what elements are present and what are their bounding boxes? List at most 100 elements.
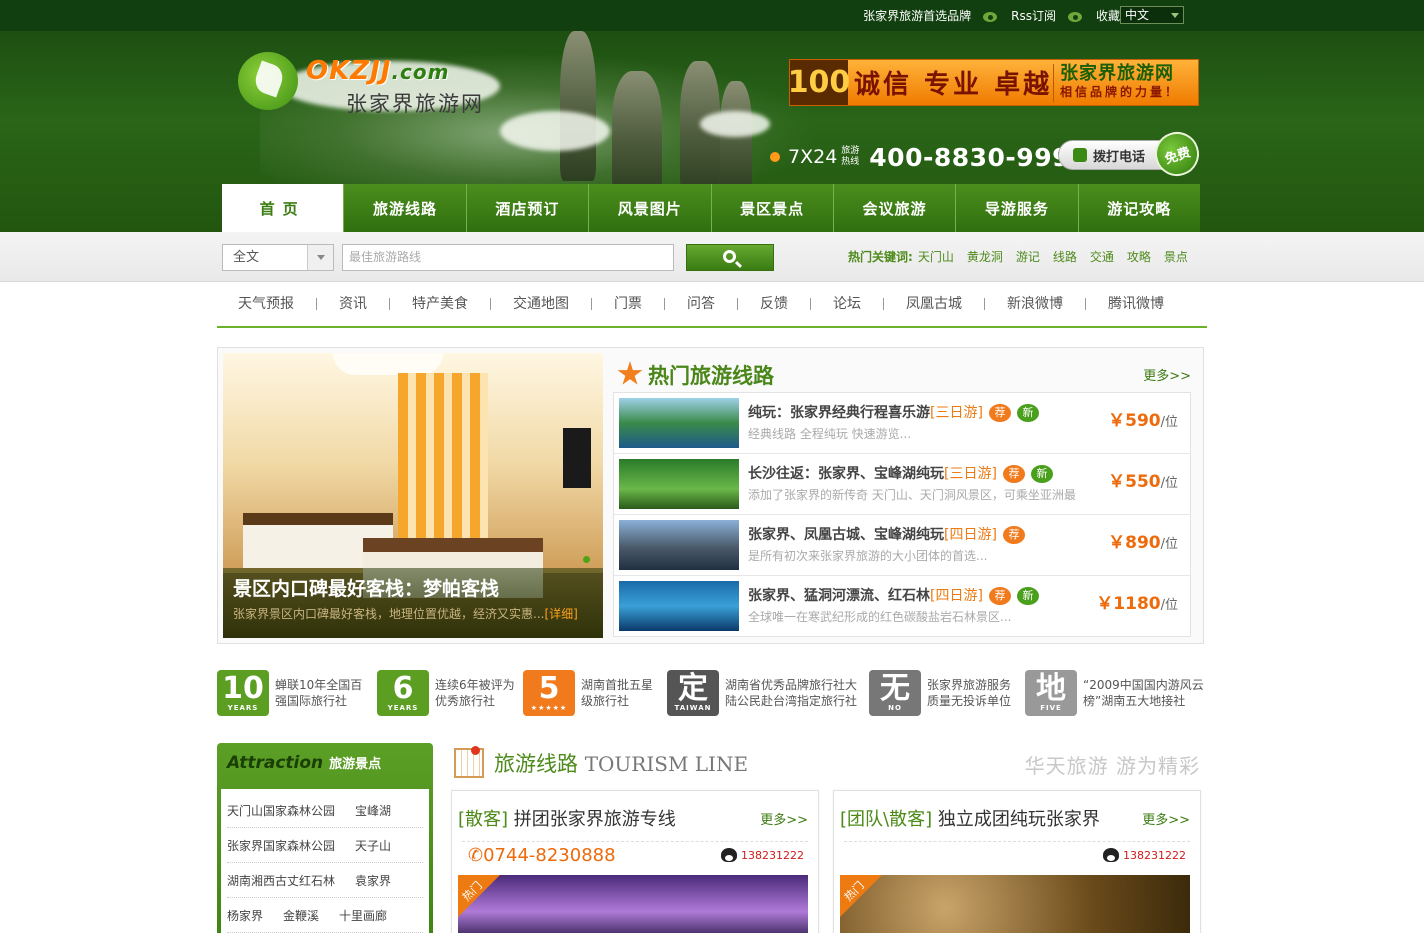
search-input[interactable]: 最佳旅游路线	[342, 244, 674, 271]
honor-text: 湖南省优秀品牌旅行社大 陆公民赴台湾指定旅行社	[725, 678, 858, 708]
route-thumbnail[interactable]	[619, 398, 739, 448]
route-name[interactable]: 张家界、猛洞河漂流、红石林[四日游] 荐新	[748, 585, 1039, 605]
hot-keyword[interactable]: 天门山	[918, 248, 954, 265]
card-qq[interactable]: 138231222	[1103, 848, 1186, 862]
subnav-food[interactable]: 特产美食	[390, 297, 491, 311]
honor-text: 湖南首批五星 级旅行社	[581, 678, 654, 708]
site-logo[interactable]: OKZJJ.com 张家界旅游网	[238, 50, 508, 140]
list-item: 天门山国家森林公园 宝峰湖	[227, 793, 423, 828]
qq-icon	[721, 848, 737, 862]
honor-item: 无 NO 张家界旅游服务 质量无投诉单位	[869, 670, 1011, 716]
list-item: 杨家界 金鞭溪 十里画廊	[227, 898, 423, 933]
honor-taiwan-icon: 定 TAIWAN	[667, 670, 719, 716]
subnav-tencent-weibo[interactable]: 腾讯微博	[1086, 297, 1186, 311]
route-price: ￥1180/位	[1096, 594, 1178, 614]
attraction-link[interactable]: 张家界国家森林公园	[227, 837, 335, 854]
subnav-qa[interactable]: 问答	[665, 297, 738, 311]
slide-detail-link[interactable]: [详细]	[544, 607, 577, 621]
tourism-line-header: 旅游线路 TOURISM LINE 华天旅游 游为精彩	[454, 744, 1202, 782]
card-more[interactable]: 更多>>	[1142, 809, 1190, 828]
nav-routes[interactable]: 旅游线路	[343, 184, 466, 232]
favorite-link[interactable]: 收藏	[1096, 7, 1120, 24]
hot-keyword[interactable]: 游记	[1016, 248, 1040, 265]
subnav-fenghuang[interactable]: 凤凰古城	[884, 297, 985, 311]
divider	[462, 841, 808, 842]
slide-indicator[interactable]	[583, 556, 590, 563]
feature-slide[interactable]: 景区内口碑最好客栈：梦帕客栈 张家界景区内口碑最好客栈，地理位置优越，经济又实惠…	[223, 353, 603, 638]
route-name[interactable]: 纯玩：张家界经典行程喜乐游[三日游] 荐新	[748, 402, 1039, 422]
hot-routes-more[interactable]: 更多>>	[1143, 365, 1191, 384]
hot-keyword[interactable]: 线路	[1053, 248, 1077, 265]
subnav-news[interactable]: 资讯	[317, 297, 390, 311]
honor-text: “2009中国国内游风云 榜”湖南五大地接社	[1083, 678, 1204, 708]
honor-text: 张家界旅游服务 质量无投诉单位	[927, 678, 1012, 708]
subnav-tickets[interactable]: 门票	[592, 297, 665, 311]
card-title[interactable]: [团队\散客] 独立成团纯玩张家界	[840, 805, 1100, 831]
route-desc: 添加了张家界的新传奇 天门山、天门洞风景区，可乘坐亚洲最	[748, 488, 1076, 502]
search-scope-value: 全文	[233, 250, 260, 265]
slide-title[interactable]: 景区内口碑最好客栈：梦帕客栈	[233, 574, 593, 601]
route-item[interactable]: 张家界、猛洞河漂流、红石林[四日游] 荐新 全球唯一在寒武纪形成的红色碳酸盐岩石林…	[614, 576, 1190, 636]
mountain-image	[560, 31, 596, 181]
slogan-sub: 相信品牌的力量！	[1060, 84, 1181, 99]
route-name[interactable]: 长沙往返：张家界、宝峰湖纯玩[三日游] 荐新	[748, 463, 1053, 483]
nav-attractions[interactable]: 景区景点	[710, 184, 833, 232]
hot-keyword[interactable]: 交通	[1090, 248, 1114, 265]
honor-5-star-icon: 5 ★★★★★	[523, 670, 575, 716]
subnav-forum[interactable]: 论坛	[811, 297, 884, 311]
subnav-map[interactable]: 交通地图	[491, 297, 592, 311]
cloud-decoration	[700, 111, 770, 137]
attraction-link[interactable]: 天子山	[355, 837, 391, 854]
route-thumbnail[interactable]	[619, 581, 739, 631]
subnav-weather[interactable]: 天气预报	[217, 297, 317, 311]
top-bar: 张家界旅游首选品牌 Rss订阅 收藏 帮助 中文	[0, 0, 1424, 31]
call-button-label: 拨打电话	[1093, 149, 1146, 165]
route-price: ￥550/位	[1108, 472, 1178, 492]
chevron-down-icon[interactable]	[307, 245, 333, 270]
route-item[interactable]: 纯玩：张家界经典行程喜乐游[三日游] 荐新 经典线路 全程纯玩 快速游览... ￥…	[614, 393, 1190, 454]
route-thumbnail[interactable]	[619, 520, 739, 570]
card-qq[interactable]: 138231222	[721, 848, 804, 862]
search-icon	[723, 250, 736, 263]
honor-6-years-icon: 6 YEARS	[377, 670, 429, 716]
rss-link[interactable]: Rss订阅	[1011, 7, 1056, 24]
logo-cn-name: 张家界旅游网	[346, 92, 484, 116]
slide-desc: 张家界景区内口碑最好客栈，地理位置优越，经济又实惠...[详细]	[233, 607, 578, 621]
card-image[interactable]: 热门	[458, 875, 808, 933]
route-item[interactable]: 张家界、凤凰古城、宝峰湖纯玩[四日游] 荐 是所有初次来张家界旅游的大小团体的首选…	[614, 515, 1190, 576]
search-button[interactable]	[686, 244, 774, 271]
attraction-link[interactable]: 宝峰湖	[355, 802, 391, 819]
attraction-link[interactable]: 天门山国家森林公园	[227, 802, 335, 819]
card-more[interactable]: 更多>>	[760, 809, 808, 828]
hot-keyword[interactable]: 景点	[1164, 248, 1188, 265]
search-scope-select[interactable]: 全文	[222, 244, 334, 271]
subnav-feedback[interactable]: 反馈	[738, 297, 811, 311]
subnav-sina-weibo[interactable]: 新浪微博	[985, 297, 1086, 311]
attraction-link[interactable]: 湖南湘西古丈红石林	[227, 872, 335, 889]
card-image[interactable]: 热门	[840, 875, 1190, 933]
route-thumbnail[interactable]	[619, 459, 739, 509]
nav-home[interactable]: 首页	[222, 184, 344, 232]
honor-item: 5 ★★★★★ 湖南首批五星 级旅行社	[523, 670, 653, 716]
hot-keyword[interactable]: 攻略	[1127, 248, 1151, 265]
route-name[interactable]: 张家界、凤凰古城、宝峰湖纯玩[四日游] 荐	[748, 524, 1025, 544]
honor-five-icon: 地 FIVE	[1025, 670, 1077, 716]
nav-travelogues[interactable]: 游记攻略	[1077, 184, 1200, 232]
hot-keyword[interactable]: 黄龙洞	[967, 248, 1003, 265]
attraction-link[interactable]: 金鞭溪	[283, 907, 319, 924]
honor-strip: 10 YEARS 蝉联10年全国百 强国际旅行社 6 YEARS 连续6年被评为 优秀旅…	[217, 670, 1207, 716]
nav-photos[interactable]: 风景图片	[588, 184, 711, 232]
nav-hotels[interactable]: 酒店预订	[465, 184, 589, 232]
nav-guides[interactable]: 导游服务	[955, 184, 1078, 232]
nav-meetings[interactable]: 会议旅游	[832, 184, 956, 232]
recommend-badge: 荐	[988, 587, 1011, 605]
tv-decoration	[563, 428, 591, 488]
attraction-link[interactable]: 袁家界	[355, 872, 391, 889]
route-item[interactable]: 长沙往返：张家界、宝峰湖纯玩[三日游] 荐新 添加了张家界的新传奇 天门山、天门洞…	[614, 454, 1190, 515]
attraction-link[interactable]: 杨家界	[227, 907, 263, 924]
language-select[interactable]: 中文	[1120, 6, 1184, 24]
slogan-main: 诚信 专业 卓越	[854, 70, 1053, 100]
card-title[interactable]: [散客] 拼团张家界旅游专线	[458, 805, 676, 831]
route-desc: 是所有初次来张家界旅游的大小团体的首选...	[748, 549, 988, 563]
attraction-link[interactable]: 十里画廊	[339, 907, 387, 924]
